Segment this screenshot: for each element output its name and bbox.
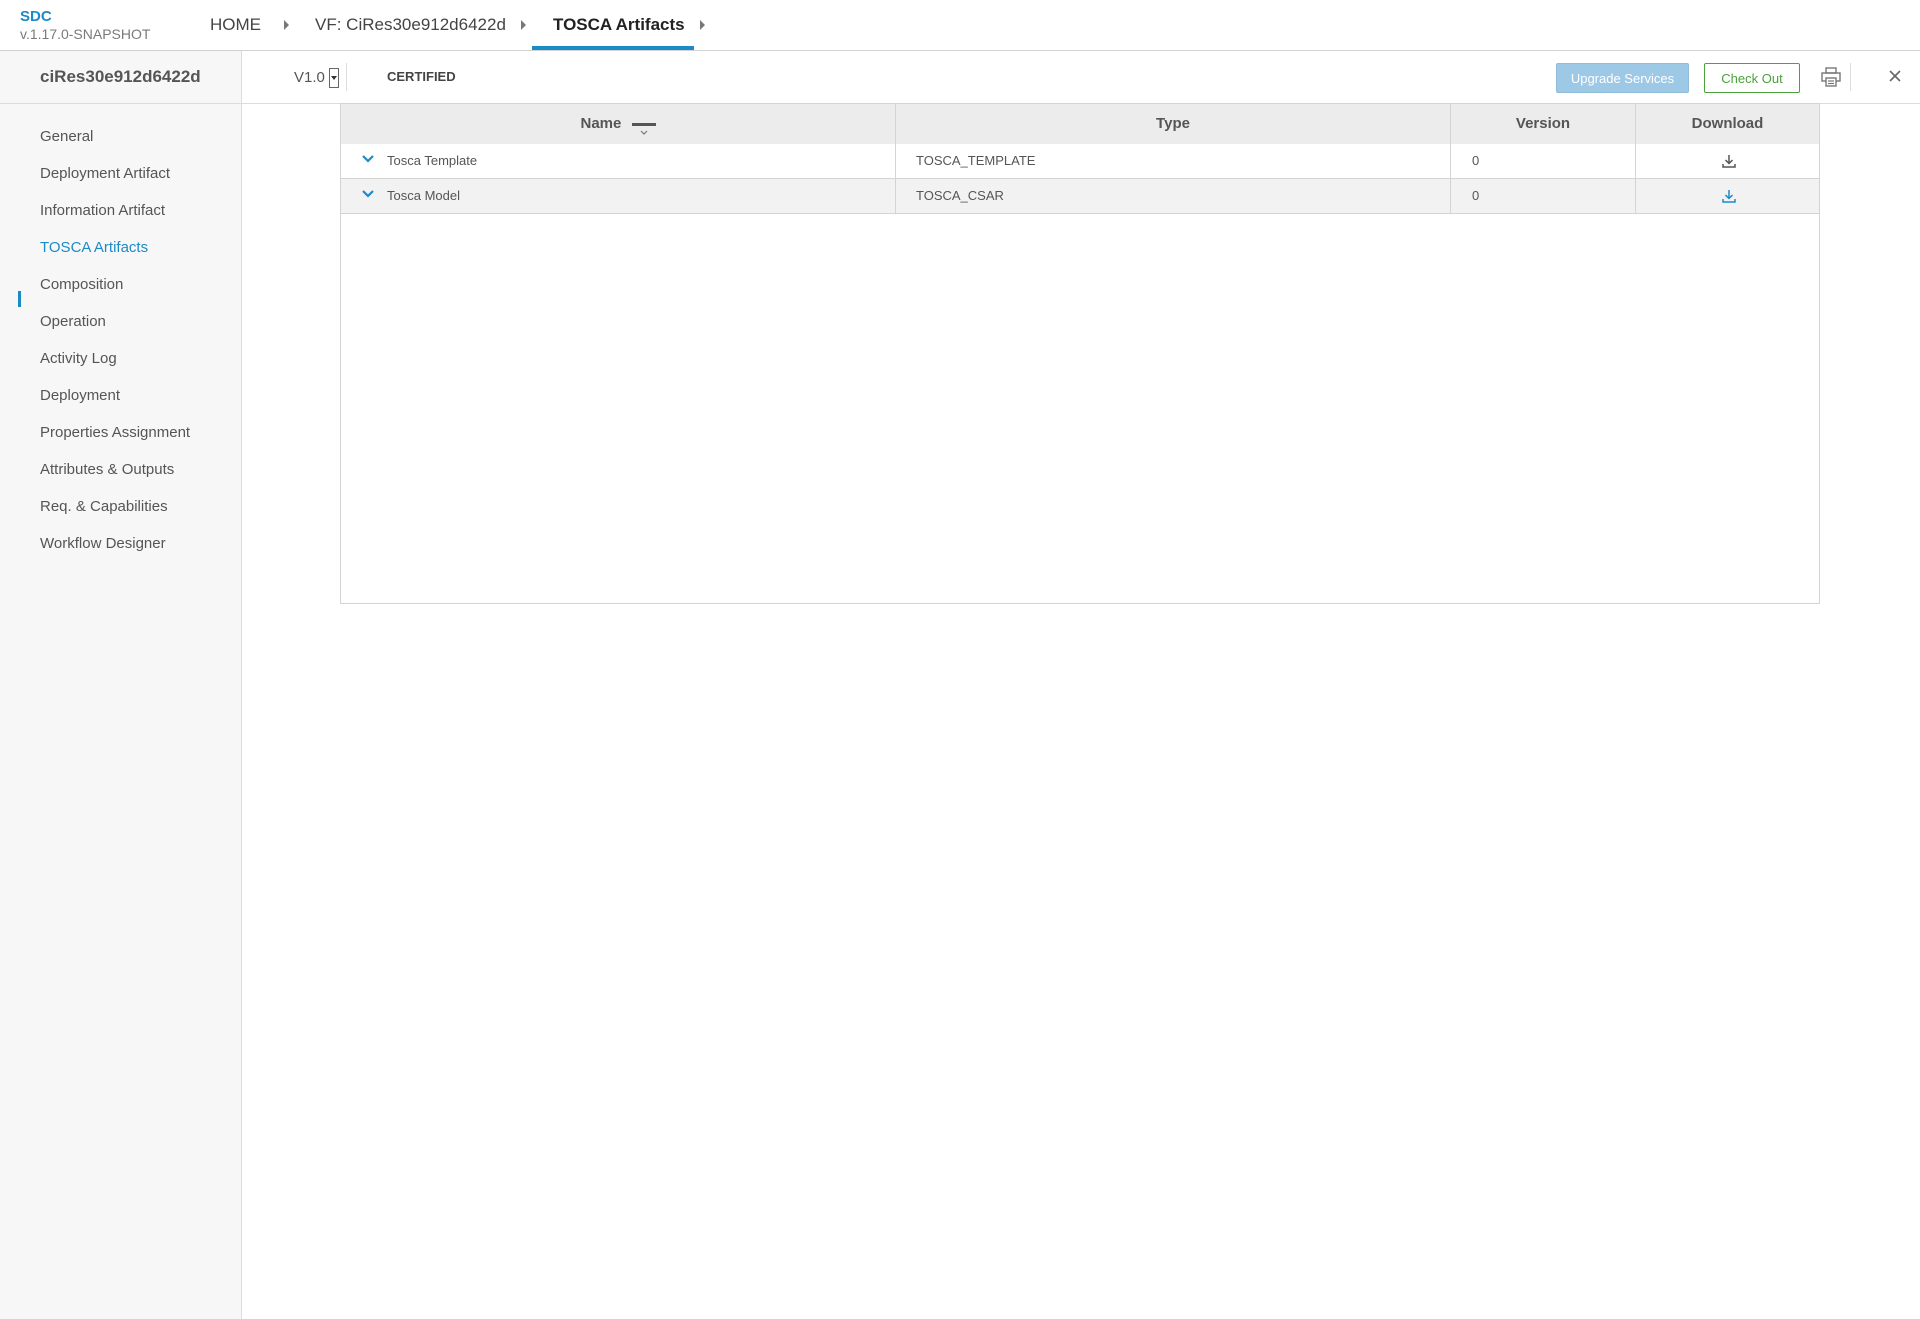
top-navigation-bar: SDC v.1.17.0-SNAPSHOT HOME VF: CiRes30e9… xyxy=(0,0,1920,51)
sort-icon[interactable] xyxy=(631,115,656,135)
artifact-name: Tosca Template xyxy=(387,153,478,168)
chevron-down-icon[interactable] xyxy=(361,188,375,200)
breadcrumb-home[interactable]: HOME xyxy=(210,0,261,50)
table-row[interactable]: Tosca Template TOSCA_TEMPLATE 0 xyxy=(341,144,1819,179)
sidebar-item-information-artifact[interactable]: Information Artifact xyxy=(40,199,165,223)
resource-subheader: V1.0 CERTIFIED Upgrade Services Check Ou… xyxy=(242,51,1920,104)
sidebar-item-deployment-artifact[interactable]: Deployment Artifact xyxy=(40,162,170,186)
brand-title: SDC xyxy=(20,8,52,25)
chevron-down-icon[interactable] xyxy=(328,68,339,89)
breadcrumb-vf[interactable]: VF: CiRes30e912d6422d xyxy=(315,0,506,50)
sidebar-item-workflow-designer[interactable]: Workflow Designer xyxy=(40,532,166,556)
download-icon[interactable] xyxy=(1721,188,1737,204)
active-breadcrumb-indicator xyxy=(532,46,694,50)
sidebar-item-composition[interactable]: Composition xyxy=(40,273,123,297)
sidebar-item-attributes-outputs[interactable]: Attributes & Outputs xyxy=(40,458,174,482)
active-item-marker xyxy=(18,291,21,307)
breadcrumb-caret-icon[interactable] xyxy=(700,20,705,30)
sidebar-item-deployment[interactable]: Deployment xyxy=(40,384,120,408)
brand-logo[interactable]: SDC v.1.17.0-SNAPSHOT xyxy=(20,8,150,42)
sidebar-item-req-capabilities[interactable]: Req. & Capabilities xyxy=(40,495,168,519)
version-select[interactable]: V1.0 xyxy=(294,68,339,89)
artifact-name: Tosca Model xyxy=(387,188,460,203)
column-header-version[interactable]: Version xyxy=(1451,104,1635,144)
table-header: Name Type Version Download xyxy=(341,104,1819,145)
sidebar-item-tosca-artifacts[interactable]: TOSCA Artifacts xyxy=(40,236,148,260)
artifact-version: 0 xyxy=(1472,153,1480,168)
close-icon[interactable] xyxy=(1887,68,1903,84)
column-header-name-label: Name xyxy=(580,115,622,132)
divider xyxy=(1850,63,1851,91)
column-header-name[interactable]: Name xyxy=(341,104,895,144)
table-row[interactable]: Tosca Model TOSCA_CSAR 0 xyxy=(341,179,1819,214)
breadcrumb-caret-icon[interactable] xyxy=(521,20,526,30)
artifact-version: 0 xyxy=(1472,188,1480,203)
column-header-download[interactable]: Download xyxy=(1636,104,1819,144)
divider xyxy=(346,63,347,91)
tosca-artifacts-table: Name Type Version Download Tosca Templat… xyxy=(340,103,1820,604)
upgrade-services-button[interactable]: Upgrade Services xyxy=(1556,63,1689,93)
artifact-type: TOSCA_CSAR xyxy=(916,188,1004,203)
lifecycle-status: CERTIFIED xyxy=(387,69,456,84)
column-divider xyxy=(895,104,896,214)
column-header-type[interactable]: Type xyxy=(896,104,1450,144)
column-divider xyxy=(1450,104,1451,214)
check-out-button[interactable]: Check Out xyxy=(1704,63,1800,93)
resource-name: ciRes30e912d6422d xyxy=(0,51,241,104)
breadcrumb-caret-icon[interactable] xyxy=(284,20,289,30)
left-sidebar: ciRes30e912d6422d General Deployment Art… xyxy=(0,51,242,1319)
print-icon[interactable] xyxy=(1820,66,1842,88)
version-value: V1.0 xyxy=(294,69,325,86)
sidebar-item-operation[interactable]: Operation xyxy=(40,310,106,334)
sidebar-item-activity-log[interactable]: Activity Log xyxy=(40,347,117,371)
chevron-down-icon[interactable] xyxy=(361,153,375,165)
breadcrumb-tosca-artifacts[interactable]: TOSCA Artifacts xyxy=(553,0,685,50)
download-icon[interactable] xyxy=(1721,153,1737,169)
brand-version: v.1.17.0-SNAPSHOT xyxy=(20,26,151,42)
sidebar-item-general[interactable]: General xyxy=(40,125,93,149)
artifact-type: TOSCA_TEMPLATE xyxy=(916,153,1036,168)
sidebar-item-properties-assignment[interactable]: Properties Assignment xyxy=(40,421,190,445)
column-divider xyxy=(1635,104,1636,214)
